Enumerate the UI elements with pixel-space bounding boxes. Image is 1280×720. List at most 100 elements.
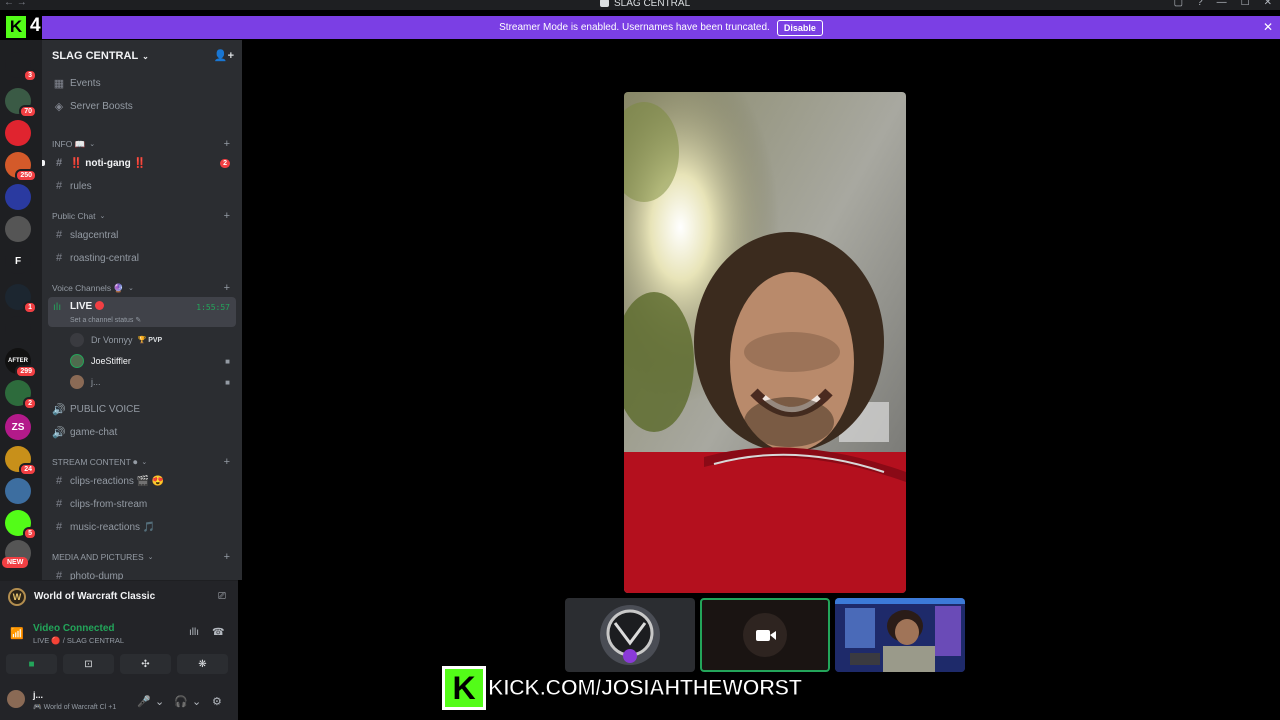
boost-icon: ◈ <box>54 100 64 113</box>
server-icon[interactable] <box>5 316 31 342</box>
video-frame <box>835 598 965 672</box>
share-screen-button[interactable]: ⊡ <box>63 654 114 674</box>
channel-clips-reactions[interactable]: # clips-reactions 🎬 😍 <box>48 471 236 491</box>
channel-label: slagcentral <box>70 229 119 241</box>
server-icon[interactable]: ZS <box>5 414 31 440</box>
server-icon[interactable]: 2 <box>5 380 37 410</box>
video-frame <box>624 92 906 593</box>
add-channel-icon[interactable]: + <box>224 138 230 150</box>
category-voice-channels[interactable]: Voice Channels 🔮 ⌄ + <box>52 281 232 295</box>
channel-photo-dump[interactable]: # photo-dump <box>48 566 236 580</box>
channel-rules[interactable]: # rules <box>48 176 236 196</box>
inbox-icon[interactable]: ▢ <box>1174 0 1183 8</box>
server-initials: ZS <box>11 421 25 433</box>
user-tag: 🏆 PVP <box>137 337 163 344</box>
hash-icon: # <box>55 570 63 580</box>
server-icon[interactable] <box>5 120 31 146</box>
avatar[interactable] <box>7 690 25 708</box>
category-info[interactable]: INFO 📖 ⌄ + <box>52 137 232 151</box>
voice-channel-path[interactable]: LIVE 🔴 / SLAG CENTRAL <box>33 636 124 645</box>
server-icon[interactable]: 1 <box>5 284 37 314</box>
category-media-and-pictures[interactable]: MEDIA AND PICTURES ⌄ + <box>52 550 232 564</box>
activity-panel[interactable]: W World of Warcraft Classic ⎚ <box>0 580 238 612</box>
channel-noti-gang[interactable]: # ‼️ noti-gang ‼️ 2 <box>42 153 236 173</box>
mention-badge: 250 <box>15 169 37 182</box>
participant-tile-user[interactable] <box>835 598 965 672</box>
category-public-chat[interactable]: Public Chat ⌄ + <box>52 209 232 223</box>
disable-streamer-mode-button[interactable]: Disable <box>776 19 823 36</box>
gear-icon[interactable]: ⚙ <box>212 695 222 708</box>
add-channel-icon[interactable]: + <box>224 210 230 222</box>
calendar-icon: ▦ <box>53 77 65 90</box>
server-icon[interactable] <box>5 216 31 242</box>
voice-user[interactable]: JoeStiffler ■ <box>70 351 234 371</box>
participant-tile-joestiffler[interactable] <box>700 598 830 672</box>
headphones-icon[interactable]: 🎧 <box>174 695 188 708</box>
channel-label: clips-from-stream <box>70 498 148 510</box>
voice-channel-game-chat[interactable]: 🔊 game-chat <box>48 422 236 442</box>
server-icon[interactable]: 70 <box>5 88 37 118</box>
voice-status[interactable]: Video Connected <box>33 623 115 634</box>
server-icon[interactable] <box>5 478 31 504</box>
voice-user[interactable]: j... ■ <box>70 372 234 392</box>
channel-status[interactable]: Set a channel status ✎ <box>70 316 141 324</box>
nav-arrows[interactable]: ← → <box>4 0 27 8</box>
microphone-icon[interactable]: 🎤 <box>137 695 151 708</box>
sidebar-item-events[interactable]: ▦ Events <box>48 73 236 93</box>
signal-icon[interactable]: 📶 <box>10 627 24 640</box>
mention-badge: 24 <box>19 463 37 476</box>
new-badge[interactable]: NEW <box>2 557 29 568</box>
live-label: LIVE <box>70 301 93 312</box>
channel-label: music-reactions 🎵 <box>70 521 156 533</box>
noise-suppression-icon[interactable]: ıllı <box>189 627 199 638</box>
unread-indicator <box>42 160 45 166</box>
participant-tile-dr-vonnyy[interactable] <box>565 598 695 672</box>
help-icon[interactable]: ? <box>1197 0 1203 8</box>
chevron-down-icon: ⌄ <box>141 459 148 466</box>
close-icon[interactable]: ✕ <box>1263 20 1273 34</box>
channel-slagcentral[interactable]: # slagcentral <box>48 225 236 245</box>
server-icon[interactable]: 3 <box>5 52 37 82</box>
sidebar-item-label: Events <box>70 77 101 89</box>
window-controls: ▢ ? — ☐ ✕ <box>1174 0 1272 8</box>
minimize-button[interactable]: — <box>1217 0 1227 8</box>
hash-icon: # <box>55 157 63 169</box>
close-window-button[interactable]: ✕ <box>1264 0 1272 8</box>
activity-game-name: World of Warcraft Classic <box>34 591 156 602</box>
chevron-down-icon[interactable]: ⌄ <box>192 695 201 708</box>
server-icon[interactable]: 24 <box>5 446 37 476</box>
voice-channel-live[interactable]: ıǀı LIVE Set a channel status ✎ 1:55:57 <box>48 297 236 327</box>
avatar <box>70 354 84 368</box>
server-icon[interactable] <box>5 184 31 210</box>
channel-clips-from-stream[interactable]: # clips-from-stream <box>48 494 236 514</box>
user-name[interactable]: j... <box>33 690 43 700</box>
maximize-button[interactable]: ☐ <box>1241 0 1250 8</box>
speaker-icon: 🔊 <box>52 426 66 439</box>
chevron-down-icon[interactable]: ⌄ <box>155 695 164 708</box>
channel-music-reactions[interactable]: # music-reactions 🎵 <box>48 517 236 537</box>
channel-roasting-central[interactable]: # roasting-central <box>48 248 236 268</box>
server-icon[interactable]: 250 <box>5 152 37 182</box>
screen-share-icon[interactable]: ⎚ <box>218 591 226 602</box>
sidebar-item-server-boosts[interactable]: ◈ Server Boosts <box>48 96 236 116</box>
server-icon[interactable]: F <box>5 248 31 274</box>
voice-channel-name: LIVE <box>70 301 105 312</box>
category-stream-content[interactable]: STREAM CONTENT ⏺ ⌄ + <box>52 455 232 469</box>
voice-channel-public-voice[interactable]: 🔊 PUBLIC VOICE <box>48 399 236 419</box>
camera-button[interactable]: ■ <box>6 654 57 674</box>
server-icon[interactable]: 5 <box>5 510 37 540</box>
add-channel-icon[interactable]: + <box>224 551 230 563</box>
add-channel-icon[interactable]: + <box>224 282 230 294</box>
server-initials: AFTER <box>8 358 28 364</box>
add-channel-icon[interactable]: + <box>224 456 230 468</box>
server-icon[interactable]: AFTER 299 <box>5 348 37 378</box>
server-header[interactable]: SLAG CENTRAL ⌄ 👤+ <box>42 40 242 72</box>
invite-user-icon[interactable]: 👤+ <box>214 49 234 62</box>
voice-user[interactable]: Dr Vonnyy 🏆 PVP <box>70 330 234 350</box>
disconnect-icon[interactable]: ☎ <box>212 627 224 638</box>
activities-button[interactable]: ✣ <box>120 654 171 674</box>
channel-label: PUBLIC VOICE <box>70 403 141 415</box>
streamer-mode-banner: Streamer Mode is enabled. Usernames have… <box>42 16 1280 39</box>
soundboard-button[interactable]: ❋ <box>177 654 228 674</box>
main-video-feed[interactable] <box>624 92 906 593</box>
